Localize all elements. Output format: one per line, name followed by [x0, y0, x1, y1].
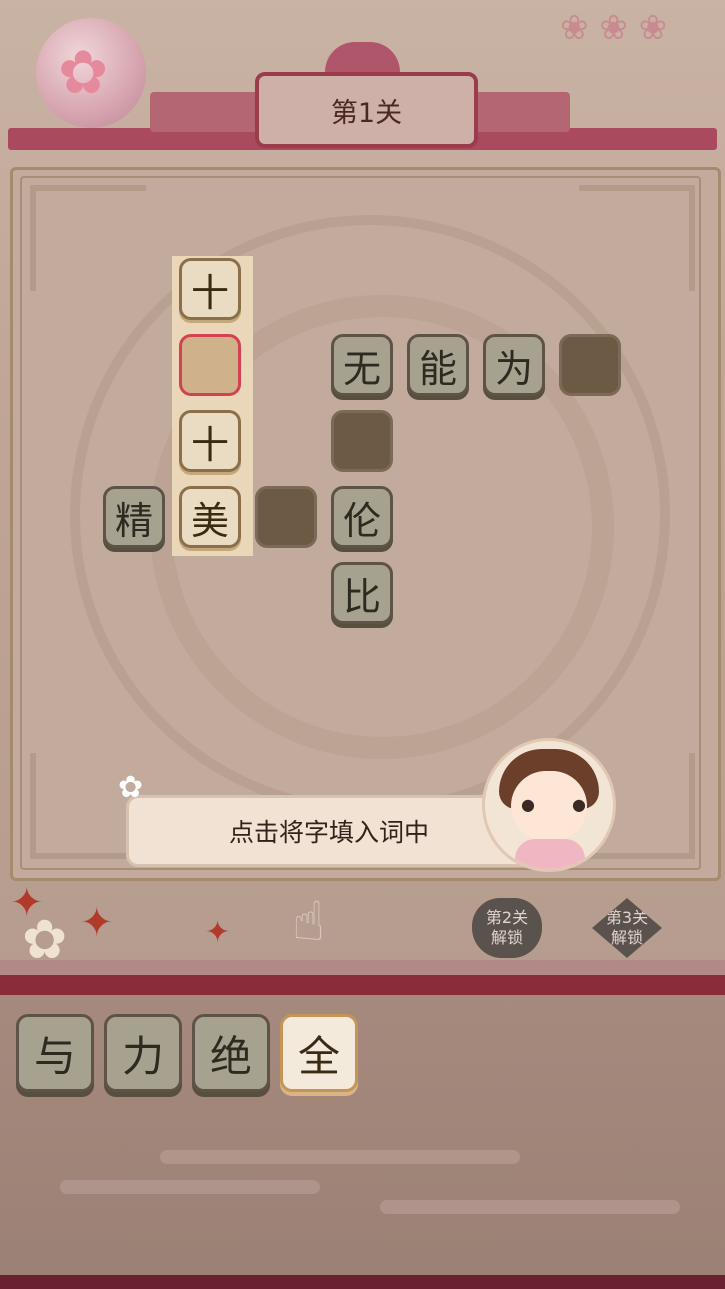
guide-character-avatar: ● ● — [482, 738, 616, 872]
grid-tile-empty[interactable] — [559, 334, 621, 396]
grid-tile-selected[interactable] — [179, 334, 241, 396]
choice-tile[interactable]: 绝 — [192, 1014, 270, 1092]
crystal-ball-decoration: ✿ — [36, 18, 146, 128]
tip-bubble: 点击将字填入词中 — [126, 795, 532, 867]
level-title: 第1关 — [255, 72, 478, 148]
unlock-sublabel: 解锁 — [610, 928, 643, 947]
blossom-branch-icon: ❀ ❀ ❀ — [560, 8, 668, 48]
choice-tile[interactable]: 与 — [16, 1014, 94, 1092]
grid-tile[interactable]: 十 — [179, 410, 241, 472]
grid-tile-empty[interactable] — [255, 486, 317, 548]
unlock-label: 第2关 — [485, 908, 529, 927]
choice-tile[interactable]: 力 — [104, 1014, 182, 1092]
plum-blossom-icon: ✿ — [58, 38, 109, 108]
maple-leaf-icon: ✦ — [80, 900, 114, 946]
unlock-label: 第3关 — [605, 908, 649, 927]
grid-tile-empty[interactable] — [331, 410, 393, 472]
corner-ornament — [579, 185, 695, 291]
cherry-blossom-icon: ✿ — [118, 770, 144, 805]
grid-tile[interactable]: 为 — [483, 334, 545, 396]
cloud-decoration — [60, 1180, 320, 1194]
maple-leaf-icon: ✦ — [205, 915, 231, 950]
bottom-bar — [0, 1275, 725, 1289]
pointing-hand-icon: ☝ — [292, 890, 325, 953]
shelf-divider — [0, 975, 725, 995]
corner-ornament — [30, 185, 146, 291]
cloud-decoration — [380, 1200, 680, 1214]
grid-tile[interactable]: 比 — [331, 562, 393, 624]
character-body — [515, 839, 585, 869]
choice-tile[interactable]: 全 — [280, 1014, 358, 1092]
unlock-sublabel: 解锁 — [490, 928, 523, 947]
grid-tile[interactable]: 十 — [179, 258, 241, 320]
character-eyes: ● ● — [521, 795, 603, 814]
unlock-level-2-badge[interactable]: 第2关 解锁 — [472, 898, 542, 958]
grid-tile[interactable]: 精 — [103, 486, 165, 548]
cloud-decoration — [160, 1150, 520, 1164]
tip-text: 点击将字填入词中 — [228, 818, 429, 847]
shelf-glow — [0, 960, 725, 976]
grid-tile[interactable]: 伦 — [331, 486, 393, 548]
grid-tile[interactable]: 能 — [407, 334, 469, 396]
grid-tile[interactable]: 美 — [179, 486, 241, 548]
grid-tile[interactable]: 无 — [331, 334, 393, 396]
